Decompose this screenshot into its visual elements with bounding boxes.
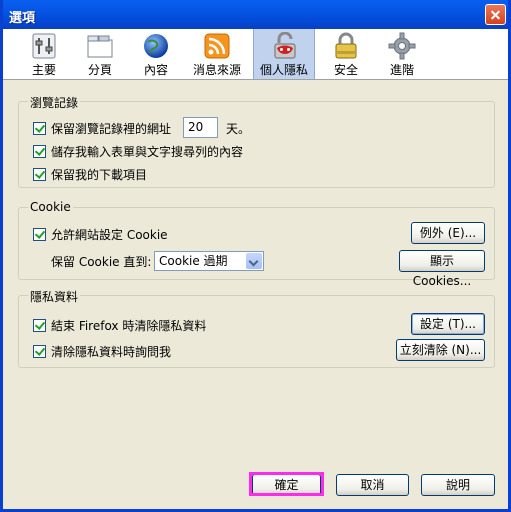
private-data-group: 隱私資料 結束 Firefox 時清除隱私資料 設定 (T)... 清除隱私資料… <box>18 288 495 368</box>
private-data-group-title: 隱私資料 <box>28 288 81 305</box>
accept-cookies-label: 允許網站設定 Cookie <box>51 228 168 242</box>
history-days-input[interactable]: 20 <box>183 117 218 138</box>
close-button[interactable] <box>485 4 506 25</box>
keep-downloads-label: 保留我的下載項目 <box>51 168 148 182</box>
cancel-button[interactable]: 取消 <box>336 474 409 496</box>
lock-mask-icon <box>274 32 296 59</box>
history-group-title: 瀏覽記錄 <box>28 94 81 111</box>
rss-icon <box>204 33 230 59</box>
tab-label: 進階 <box>389 63 414 77</box>
category-toolbar: 主要 分頁 內容 消息來源 個人隱私 安全 進階 <box>3 29 508 80</box>
globe-icon <box>144 34 168 58</box>
exceptions-button[interactable]: 例外 (E)... <box>411 222 485 244</box>
help-button[interactable]: 說明 <box>421 474 495 496</box>
chevron-down-icon[interactable] <box>246 253 262 269</box>
padlock-icon <box>335 32 357 59</box>
tab-security[interactable]: 安全 <box>318 29 374 79</box>
clear-on-exit-label: 結束 Firefox 時清除隱私資料 <box>51 319 207 333</box>
clear-now-button[interactable]: 立刻清除 (N)... <box>396 339 485 361</box>
clear-on-exit-checkbox[interactable] <box>33 319 46 332</box>
tab-main[interactable]: 主要 <box>16 29 72 79</box>
ask-before-clear-label: 清除隱私資料時詢問我 <box>51 345 172 359</box>
save-forms-checkbox[interactable] <box>33 145 46 158</box>
tab-label: 分頁 <box>87 63 112 77</box>
gear-icon <box>388 32 416 60</box>
tab-label: 主要 <box>31 63 56 77</box>
tab-advanced[interactable]: 進階 <box>374 29 430 79</box>
window-title: 選項 <box>9 11 36 26</box>
cookie-group: Cookie 允許網站設定 Cookie 例外 (E)... 保留 Cookie… <box>18 200 495 288</box>
keep-downloads-checkbox[interactable] <box>33 168 46 181</box>
keep-history-checkbox[interactable] <box>33 122 46 135</box>
cookie-group-title: Cookie <box>28 200 73 214</box>
tab-privacy[interactable]: 個人隱私 <box>253 29 315 79</box>
sliders-icon <box>32 33 56 59</box>
ok-button-highlight <box>249 472 324 496</box>
tab-feeds[interactable]: 消息來源 <box>189 29 245 79</box>
tab-label: 消息來源 <box>192 63 241 77</box>
save-forms-label: 儲存我輸入表單與文字搜尋列的內容 <box>51 145 244 159</box>
tab-label: 個人隱私 <box>259 63 308 77</box>
options-dialog: 選項 主要 分頁 內容 消息來源 個人隱私 安全 進階 瀏覽記錄 保留瀏覽記錄裡… <box>0 0 511 512</box>
keep-history-label: 保留瀏覽記錄裡的網址 <box>51 122 172 136</box>
days-unit-label: 天。 <box>226 122 251 136</box>
keep-until-select[interactable]: Cookie 過期 <box>154 251 264 271</box>
tab-content[interactable]: 內容 <box>128 29 184 79</box>
keep-until-label: 保留 Cookie 直到: <box>51 255 152 269</box>
tab-label: 內容 <box>143 63 168 77</box>
show-cookies-button[interactable]: 顯示 Cookies... <box>399 250 485 288</box>
title-bar[interactable]: 選項 <box>3 0 508 29</box>
settings-button[interactable]: 設定 (T)... <box>411 313 485 335</box>
keep-until-value: Cookie 過期 <box>159 254 228 268</box>
accept-cookies-checkbox[interactable] <box>33 228 46 241</box>
tab-tabs[interactable]: 分頁 <box>72 29 128 79</box>
ask-before-clear-checkbox[interactable] <box>33 345 46 358</box>
tab-label: 安全 <box>333 63 358 77</box>
tabs-icon <box>87 35 113 58</box>
history-group: 瀏覽記錄 保留瀏覽記錄裡的網址 20 天。 儲存我輸入表單與文字搜尋列的內容 保… <box>18 94 495 188</box>
